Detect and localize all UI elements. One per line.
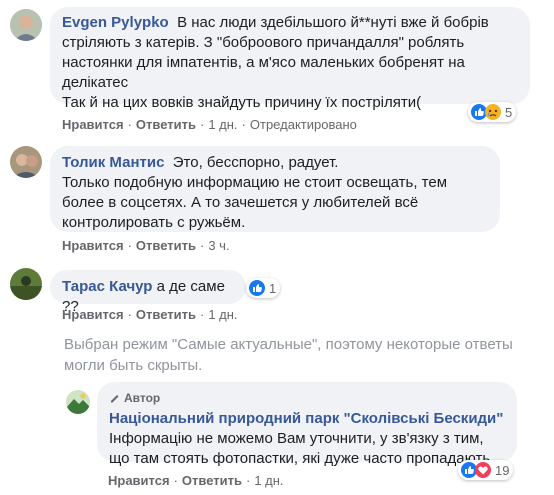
person-photo-icon (10, 9, 42, 41)
edited-label[interactable]: Отредактировано (250, 117, 357, 132)
avatar[interactable] (10, 9, 42, 41)
reply-button[interactable]: Ответить (136, 117, 196, 132)
love-icon (475, 462, 491, 478)
comment-text: Інформацію не можемо Вам уточнити, у зв'… (109, 430, 495, 467)
reaction-count: 19 (495, 462, 510, 478)
reaction-count: 5 (505, 104, 513, 120)
comment-bubble: Evgen Pylypko В нас люди здебільшого й**… (50, 7, 530, 111)
comment-author[interactable]: Evgen Pylypko (62, 14, 169, 31)
timestamp[interactable]: 1 дн. (254, 473, 283, 488)
reply-bubble: Автор Національний природний парк "Сколі… (97, 382, 517, 467)
avatar[interactable] (10, 268, 42, 300)
comment-bubble: Толик Мантис Это, бесспорно, радует. Тол… (50, 146, 500, 232)
like-button[interactable]: Нравится (62, 307, 124, 322)
comment-actions: Нравится · Ответить · 1 дн. (62, 307, 238, 322)
person-photo-icon (10, 146, 42, 178)
reply-button[interactable]: Ответить (136, 238, 196, 253)
like-button[interactable]: Нравится (62, 117, 124, 132)
reply-button[interactable]: Ответить (136, 307, 196, 322)
comment-author[interactable]: Тарас Качур (62, 278, 152, 295)
like-button[interactable]: Нравится (108, 473, 170, 488)
author-badge: Автор (109, 388, 505, 408)
reactions-summary[interactable]: 1 (246, 278, 281, 298)
reply-button[interactable]: Ответить (182, 473, 242, 488)
author-badge-label: Автор (124, 391, 161, 405)
comment-bubble: Тарас Качур а де саме ?? (50, 270, 246, 315)
like-icon (249, 280, 265, 296)
comment-actions: Нравится · Ответить · 1 дн. (108, 473, 284, 488)
comment-actions: Нравится · Ответить · 3 ч. (62, 238, 230, 253)
sad-icon (485, 104, 501, 120)
comment-actions: Нравится · Ответить · 1 дн. · Отредактировано (62, 117, 357, 132)
pencil-icon (111, 395, 119, 403)
avatar[interactable] (66, 390, 90, 414)
timestamp[interactable]: 3 ч. (208, 238, 229, 253)
reaction-count: 1 (269, 280, 277, 296)
park-logo-icon (66, 390, 90, 414)
comment-author[interactable]: Національний природний парк "Сколівські … (109, 409, 505, 429)
timestamp[interactable]: 1 дн. (208, 117, 237, 132)
like-button[interactable]: Нравится (62, 238, 124, 253)
comment-author[interactable]: Толик Мантис (62, 154, 164, 171)
avatar[interactable] (10, 146, 42, 178)
hidden-replies-notice: Выбран режим "Самые актуальные", поэтому… (64, 336, 513, 374)
landscape-photo-icon (10, 268, 42, 300)
reactions-summary[interactable]: 19 (458, 460, 514, 480)
timestamp[interactable]: 1 дн. (208, 307, 237, 322)
reactions-summary[interactable]: 5 (468, 102, 517, 122)
